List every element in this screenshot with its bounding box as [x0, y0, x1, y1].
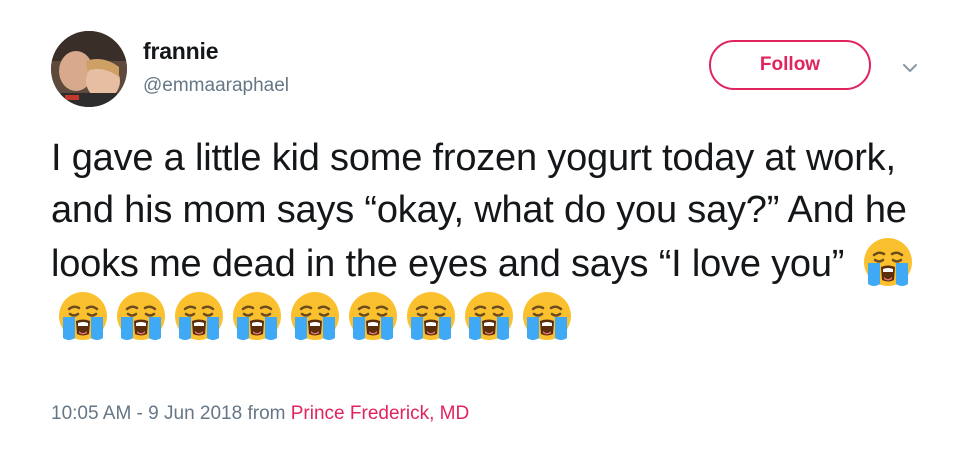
loudly-crying-face-icon	[463, 290, 515, 342]
tweet-body: I gave a little kid some frozen yogurt t…	[51, 137, 907, 285]
display-name[interactable]: frannie	[143, 38, 218, 65]
loudly-crying-face-icon	[231, 290, 283, 342]
loudly-crying-face-icon	[289, 290, 341, 342]
loudly-crying-face-icon	[862, 236, 914, 288]
location-link[interactable]: Prince Frederick, MD	[291, 403, 469, 424]
follow-button[interactable]: Follow	[709, 40, 871, 90]
timestamp[interactable]: 10:05 AM - 9 Jun 2018	[51, 403, 242, 424]
tweet-card: frannie @emmaaraphael Follow I gave a li…	[0, 0, 980, 449]
user-handle[interactable]: @emmaaraphael	[143, 75, 289, 97]
loudly-crying-face-icon	[115, 290, 167, 342]
avatar[interactable]	[51, 31, 127, 107]
loudly-crying-face-icon	[57, 290, 109, 342]
loudly-crying-face-icon	[405, 290, 457, 342]
tweet-meta: 10:05 AM - 9 Jun 2018 from Prince Freder…	[51, 403, 469, 425]
chevron-down-icon[interactable]	[899, 60, 921, 76]
loudly-crying-face-icon	[347, 290, 399, 342]
from-label: from	[247, 403, 286, 424]
loudly-crying-face-icon	[521, 290, 573, 342]
loudly-crying-face-icon	[173, 290, 225, 342]
tweet-text: I gave a little kid some frozen yogurt t…	[51, 132, 931, 344]
